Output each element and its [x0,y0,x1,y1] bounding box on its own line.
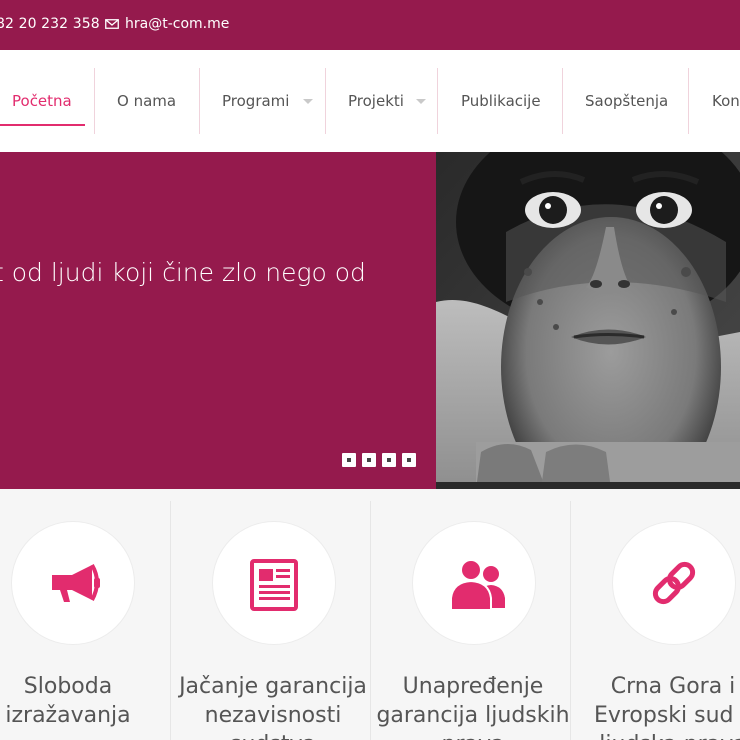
nav-item-label: Saopštenja [585,92,669,110]
nav-item-saopstenja[interactable]: Saopštenja [563,50,688,152]
feature-title-line: Unapređenje [402,674,544,699]
feature-card-sudstvo[interactable]: Jačanje garancija nezavisnosti sudstva [171,489,371,740]
feature-card-sloboda[interactable]: Sloboda izražavanja [0,489,170,740]
nav-item-label: Početna [12,92,72,110]
slide-dot[interactable] [382,453,396,467]
slide-dot[interactable] [342,453,356,467]
hero-quote: t od ljudi koji čine zlo nego od . [0,254,394,330]
feature-title-line: nezavisnosti [204,703,342,728]
feature-icon-circle [213,522,335,644]
nav-item-label: Publikacije [461,92,541,110]
feature-title: Jačanje garancija nezavisnosti sudstva [163,672,383,740]
feature-title-line: Crna Gora i [610,674,736,699]
feature-card-evropski-sud[interactable]: Crna Gora i Evropski sud z ljudska prava [571,489,740,740]
feature-title-line: garancija ljudskih [376,703,570,728]
nav-item-programi[interactable]: Programi [200,50,325,152]
feature-title-line: Jačanje garancija [179,674,367,699]
nav-item-publikacije[interactable]: Publikacije [438,50,562,152]
nav-item-label: Kon [712,92,740,110]
nav-item-label: O nama [117,92,177,110]
megaphone-icon [52,563,100,602]
feature-title-line: ljudska prava [599,732,740,740]
slide-dot[interactable] [402,453,416,467]
nav-item-label: Programi [222,92,290,110]
feature-icon-circle [613,522,735,644]
hero-child-photo [436,152,740,489]
hero-slider: t od ljudi koji čine zlo nego od . [0,152,740,489]
feature-title-line: Evropski sud z [593,703,740,728]
nav-item-o-nama[interactable]: O nama [95,50,199,152]
main-navigation: Početna O nama Programi Projekti Publika… [0,50,740,152]
nav-item-pocetna[interactable]: Početna [0,50,94,152]
contact-phone[interactable]: 82 20 232 358 [0,16,100,32]
active-nav-indicator [0,124,85,126]
nav-item-label: Projekti [348,92,404,110]
document-icon [250,559,298,611]
slide-dot[interactable] [362,453,376,467]
users-icon [450,559,505,611]
feature-card-ljudska-prava[interactable]: Unapređenje garancija ljudskih prava [371,489,571,740]
hero-quote-line: . [0,296,2,325]
feature-title: Crna Gora i Evropski sud z ljudska prava [563,672,740,740]
chevron-down-icon [416,99,426,104]
chevron-down-icon [303,99,313,104]
feature-title-line: prava [442,732,505,740]
feature-icon-circle [413,522,535,644]
envelope-icon [105,19,119,29]
feature-title-line: Sloboda [23,674,113,699]
feature-title-line: sudstva [230,732,316,740]
contact-email[interactable]: hra@t-com.me [125,16,229,32]
feature-title-line: izražavanja [5,703,131,728]
hero-quote-line: t od ljudi koji čine zlo nego od [0,258,366,287]
feature-title: Sloboda izražavanja [0,672,178,730]
nav-item-kontakt[interactable]: Kon [689,50,740,152]
nav-item-projekti[interactable]: Projekti [326,50,437,152]
feature-title: Unapređenje garancija ljudskih prava [363,672,583,740]
link-icon [652,561,696,605]
feature-icon-circle [12,522,134,644]
program-features: Sloboda izražavanja Jačanje garancija ne… [0,489,740,740]
top-contact-bar: 82 20 232 358 hra@t-com.me [0,0,740,50]
